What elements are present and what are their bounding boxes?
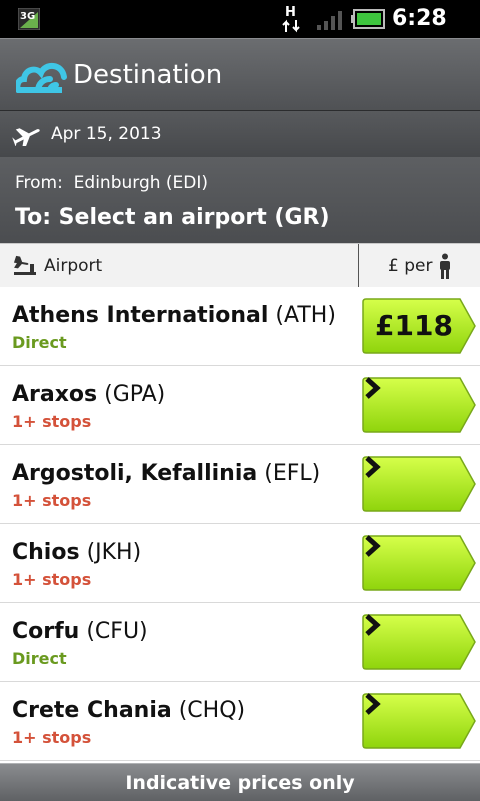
chevron-right-icon [365, 535, 381, 557]
airport-name-line: Crete Chania (CHQ) [12, 697, 245, 725]
airport-code: (ATH) [275, 303, 336, 328]
svg-text:3G: 3G [20, 11, 35, 22]
footer-bar: Indicative prices only [0, 763, 480, 801]
clock-time: 6:28 [392, 6, 447, 31]
from-label: From: [15, 173, 63, 193]
airport-name-line: Chios (JKH) [12, 539, 141, 567]
signal-strength-icon [317, 11, 342, 30]
airport-name-line: Argostoli, Kefallinia (EFL) [12, 460, 320, 488]
airport-name: Araxos [12, 382, 98, 407]
airport-code: (CHQ) [178, 698, 246, 723]
airport-code: (EFL) [264, 461, 321, 486]
airport-row[interactable]: Araxos (GPA) 1+ stops [0, 366, 480, 445]
stops-label: 1+ stops [12, 412, 92, 431]
stops-label: Direct [12, 333, 67, 352]
to-value: Select an airport (GR) [58, 205, 330, 230]
airport-row[interactable]: Corfu (CFU) Direct [0, 603, 480, 682]
origin-line: From: Edinburgh (EDI) [15, 172, 208, 194]
view-prices-button[interactable] [362, 693, 476, 749]
stops-label: 1+ stops [12, 570, 92, 589]
data-activity-icon: H [282, 5, 300, 33]
svg-text:H: H [285, 5, 296, 20]
stops-label: 1+ stops [12, 728, 92, 747]
route-info: From: Edinburgh (EDI) To: Select an airp… [0, 157, 480, 243]
stops-label: 1+ stops [12, 491, 92, 510]
airport-name: Chios [12, 540, 80, 565]
airport-code: (CFU) [86, 619, 148, 644]
airport-code: (JKH) [86, 540, 142, 565]
title-bar: Destination [0, 38, 480, 111]
chevron-right-icon [365, 456, 381, 478]
column-divider [358, 244, 359, 287]
airport-icon [13, 255, 36, 275]
person-icon [440, 253, 450, 279]
chevron-right-icon [365, 614, 381, 636]
airport-name-line: Athens International (ATH) [12, 302, 336, 330]
battery-icon [351, 9, 385, 29]
column-price[interactable]: £ per [388, 255, 432, 277]
airport-name-line: Corfu (CFU) [12, 618, 148, 646]
airport-name: Athens International [12, 303, 269, 328]
airport-name: Argostoli, Kefallinia [12, 461, 258, 486]
airport-row[interactable]: Chios (JKH) 1+ stops [0, 524, 480, 603]
network-3g-icon: 3G [18, 8, 40, 30]
column-header: Airport £ per [0, 243, 480, 288]
airplane-icon [12, 128, 40, 146]
destination-line: To: Select an airport (GR) [15, 204, 330, 232]
airport-name: Crete Chania [12, 698, 172, 723]
airport-row[interactable]: Argostoli, Kefallinia (EFL) 1+ stops [0, 445, 480, 524]
airport-row[interactable]: Crete Chania (CHQ) 1+ stops [0, 682, 480, 761]
airport-code: (GPA) [104, 382, 166, 407]
airport-list[interactable]: Athens International (ATH) Direct £118 A… [0, 287, 480, 763]
page-title: Destination [73, 60, 223, 90]
departure-date: Apr 15, 2013 [51, 124, 162, 144]
column-airport[interactable]: Airport [44, 255, 102, 277]
airport-name: Corfu [12, 619, 80, 644]
view-prices-button[interactable] [362, 614, 476, 670]
airport-row[interactable]: Athens International (ATH) Direct £118 [0, 287, 480, 366]
price-button[interactable]: £118 [362, 298, 476, 354]
view-prices-button[interactable] [362, 535, 476, 591]
chevron-right-icon [365, 377, 381, 399]
stops-label: Direct [12, 649, 67, 668]
cloud-logo-icon[interactable] [16, 57, 68, 93]
footer-note: Indicative prices only [125, 772, 355, 794]
view-prices-button[interactable] [362, 456, 476, 512]
view-prices-button[interactable] [362, 377, 476, 433]
status-bar: 3G H 6:28 PM [0, 0, 480, 59]
airport-name-line: Araxos (GPA) [12, 381, 165, 409]
to-label: To: [15, 205, 51, 230]
date-bar[interactable]: Apr 15, 2013 [0, 110, 480, 158]
from-value: Edinburgh (EDI) [73, 173, 209, 193]
price-label: £118 [375, 309, 453, 342]
chevron-right-icon [365, 693, 381, 715]
